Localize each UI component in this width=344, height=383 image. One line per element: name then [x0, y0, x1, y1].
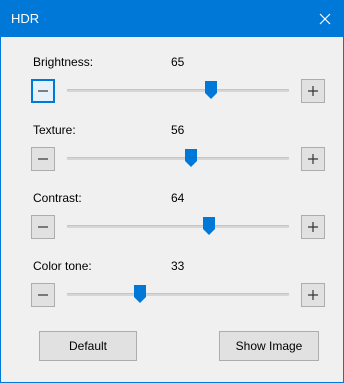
- color-tone-decrease-button[interactable]: [31, 283, 55, 307]
- texture-increase-button[interactable]: [301, 147, 325, 171]
- brightness-slider-thumb[interactable]: [205, 81, 218, 99]
- contrast-decrease-button[interactable]: [31, 215, 55, 239]
- brightness-label: Brightness:: [33, 55, 94, 69]
- contrast-value: 64: [171, 191, 185, 205]
- minus-icon: [38, 90, 48, 92]
- minus-icon: [38, 158, 48, 160]
- plus-icon: [308, 86, 318, 96]
- title-bar: HDR: [1, 1, 343, 37]
- brightness-slider-track[interactable]: [67, 89, 289, 92]
- color-tone-label: Color tone:: [33, 259, 92, 273]
- show-image-button[interactable]: Show Image: [219, 331, 319, 361]
- color-tone-increase-button[interactable]: [301, 283, 325, 307]
- minus-icon: [38, 294, 48, 296]
- plus-icon: [308, 222, 318, 232]
- contrast-slider-track[interactable]: [67, 225, 289, 228]
- default-button[interactable]: Default: [39, 331, 137, 361]
- texture-group: Texture: 56: [1, 123, 343, 183]
- color-tone-value: 33: [171, 259, 185, 273]
- texture-slider-thumb[interactable]: [185, 149, 198, 167]
- minus-icon: [38, 226, 48, 228]
- color-tone-slider-track[interactable]: [67, 293, 289, 296]
- texture-label: Texture:: [33, 123, 76, 137]
- plus-icon: [308, 290, 318, 300]
- close-button[interactable]: [307, 1, 343, 37]
- close-icon: [319, 13, 331, 25]
- color-tone-group: Color tone: 33: [1, 259, 343, 319]
- contrast-label: Contrast:: [33, 191, 82, 205]
- window-title: HDR: [11, 11, 40, 26]
- contrast-increase-button[interactable]: [301, 215, 325, 239]
- texture-value: 56: [171, 123, 185, 137]
- color-tone-slider-thumb[interactable]: [134, 285, 147, 303]
- dialog-content: Brightness: 65 Texture: 56 Contrast: 64 …: [1, 37, 343, 382]
- hdr-dialog: HDR Brightness: 65 Texture: 56 Contrast:…: [0, 0, 344, 383]
- brightness-group: Brightness: 65: [1, 55, 343, 115]
- contrast-slider-thumb[interactable]: [203, 217, 216, 235]
- brightness-decrease-button[interactable]: [31, 79, 55, 103]
- brightness-increase-button[interactable]: [301, 79, 325, 103]
- texture-decrease-button[interactable]: [31, 147, 55, 171]
- contrast-group: Contrast: 64: [1, 191, 343, 251]
- plus-icon: [308, 154, 318, 164]
- brightness-value: 65: [171, 55, 185, 69]
- texture-slider-track[interactable]: [67, 157, 289, 160]
